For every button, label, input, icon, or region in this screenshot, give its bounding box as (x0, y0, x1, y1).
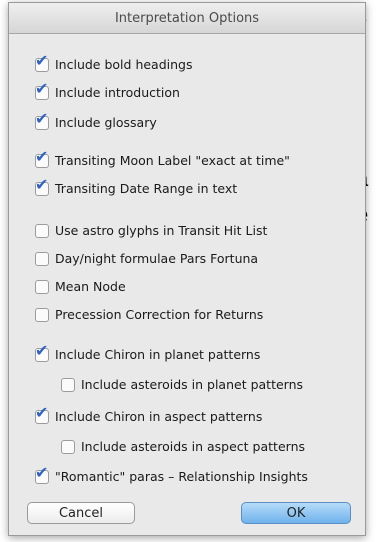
option-chiron-aspect-patterns[interactable]: ✔ Include Chiron in aspect patterns (35, 404, 263, 424)
checkbox[interactable] (35, 279, 49, 294)
option-label: Day/night formulae Pars Fortuna (55, 251, 259, 266)
checkbox[interactable]: ✔ (35, 464, 49, 484)
option-chiron-planet-patterns[interactable]: ✔ Include Chiron in planet patterns (35, 342, 261, 362)
option-romantic-paras[interactable]: ✔ "Romantic" paras – Relationship Insigh… (35, 464, 308, 484)
checkmark-icon: ✔ (35, 108, 49, 128)
checkmark-icon: ✔ (35, 340, 49, 360)
option-label: "Romantic" paras – Relationship Insights (55, 469, 308, 484)
option-label: Transiting Moon Label "exact at time" (55, 153, 290, 168)
option-day-night-formulae[interactable]: Day/night formulae Pars Fortuna (35, 251, 258, 266)
option-label: Include asteroids in aspect patterns (81, 439, 305, 454)
checkbox[interactable] (35, 223, 49, 238)
option-label: Include Chiron in aspect patterns (55, 409, 263, 424)
option-label: Include introduction (55, 85, 180, 100)
option-asteroids-aspect-patterns[interactable]: Include asteroids in aspect patterns (61, 439, 305, 454)
option-include-bold-headings[interactable]: ✔ Include bold headings (35, 52, 193, 72)
checkmark-icon: ✔ (35, 78, 49, 98)
option-transiting-moon-label[interactable]: ✔ Transiting Moon Label "exact at time" (35, 148, 290, 168)
option-label: Include glossary (55, 115, 157, 130)
option-label: Include asteroids in planet patterns (81, 377, 304, 392)
option-label: Transiting Date Range in text (55, 181, 238, 196)
option-precession-correction[interactable]: Precession Correction for Returns (35, 307, 263, 322)
option-label: Precession Correction for Returns (55, 307, 264, 322)
option-label: Include bold headings (55, 57, 193, 72)
option-label: Use astro glyphs in Transit Hit List (55, 223, 268, 238)
checkmark-icon: ✔ (35, 50, 49, 70)
checkbox[interactable]: ✔ (35, 342, 49, 362)
option-asteroids-planet-patterns[interactable]: Include asteroids in planet patterns (61, 377, 303, 392)
cancel-button[interactable]: Cancel (27, 502, 135, 524)
checkbox[interactable] (61, 439, 75, 454)
checkbox[interactable]: ✔ (35, 110, 49, 130)
option-transiting-date-range[interactable]: ✔ Transiting Date Range in text (35, 176, 238, 196)
checkmark-icon: ✔ (35, 462, 49, 482)
option-use-astro-glyphs[interactable]: Use astro glyphs in Transit Hit List (35, 223, 267, 238)
checkmark-icon: ✔ (35, 174, 49, 194)
option-include-introduction[interactable]: ✔ Include introduction (35, 80, 180, 100)
checkbox[interactable]: ✔ (35, 148, 49, 168)
checkbox[interactable] (35, 307, 49, 322)
checkmark-icon: ✔ (35, 146, 49, 166)
checkbox[interactable] (61, 377, 75, 392)
checkbox[interactable]: ✔ (35, 404, 49, 424)
option-mean-node[interactable]: Mean Node (35, 279, 126, 294)
checkbox[interactable]: ✔ (35, 52, 49, 72)
checkbox[interactable] (35, 251, 49, 266)
option-label: Mean Node (55, 279, 126, 294)
option-include-glossary[interactable]: ✔ Include glossary (35, 110, 157, 130)
checkbox[interactable]: ✔ (35, 80, 49, 100)
dialog-title: Interpretation Options (9, 3, 365, 34)
interpretation-options-dialog: Interpretation Options ✔ Include bold he… (8, 2, 366, 536)
option-label: Include Chiron in planet patterns (55, 347, 261, 362)
checkbox[interactable]: ✔ (35, 176, 49, 196)
checkmark-icon: ✔ (35, 402, 49, 422)
ok-button[interactable]: OK (241, 502, 351, 524)
